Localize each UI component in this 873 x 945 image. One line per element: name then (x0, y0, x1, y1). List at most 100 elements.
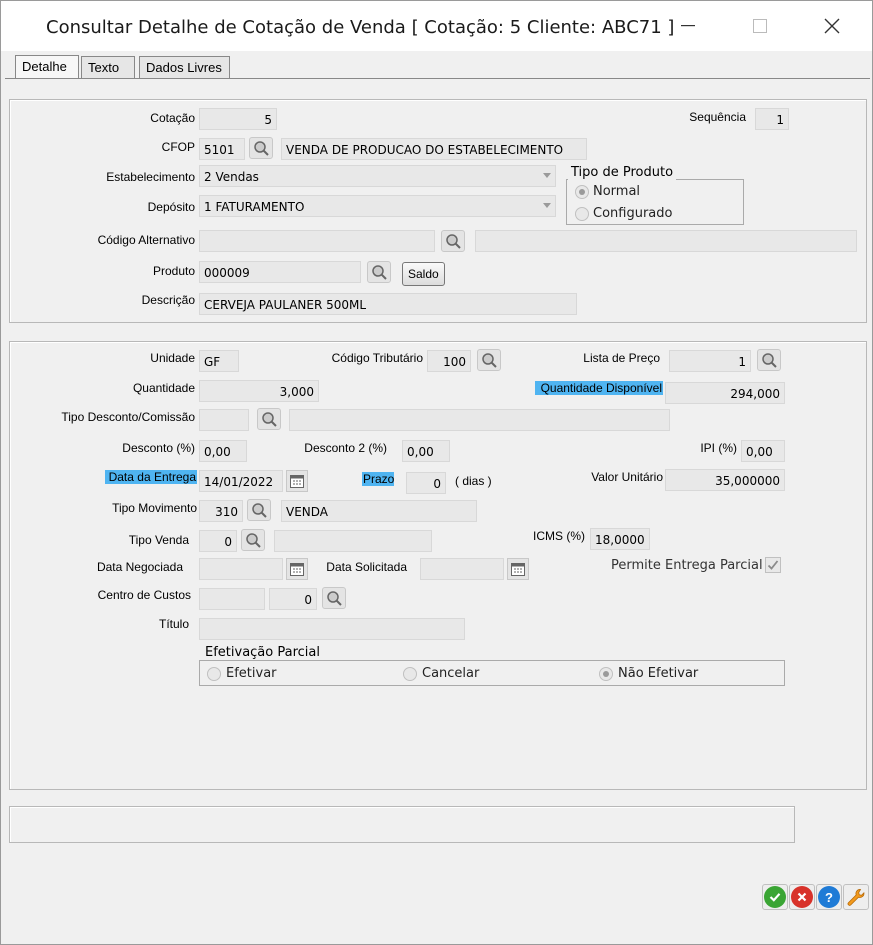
titulo-field (199, 618, 465, 640)
ok-button[interactable] (762, 884, 788, 910)
centro-custos-field-b: 0 (269, 588, 317, 610)
descricao-field: CERVEJA PAULANER 500ML (199, 293, 577, 315)
produto-lookup-button[interactable] (367, 261, 391, 283)
prazo-field: 0 (406, 472, 446, 494)
unidade-label: Unidade (150, 351, 195, 365)
ipi-label: IPI (%) (700, 441, 737, 455)
lista-preco-field: 1 (669, 350, 751, 372)
radio-normal-label: Normal (593, 184, 641, 199)
cfop-lookup-button[interactable] (249, 137, 273, 159)
icms-label: ICMS (%) (533, 529, 585, 543)
desconto-field: 0,00 (199, 440, 247, 462)
close-button[interactable] (809, 9, 855, 43)
cancel-icon (791, 886, 813, 908)
maximize-icon (753, 19, 767, 33)
tipo-desconto-lookup-button[interactable] (257, 408, 281, 430)
cfop-label: CFOP (161, 140, 195, 154)
radio-cancelar-label: Cancelar (422, 666, 480, 681)
sequencia-field: 1 (755, 108, 789, 130)
tipo-desconto-description (289, 409, 670, 431)
codigo-tributario-lookup-button[interactable] (477, 349, 501, 371)
descricao-label: Descrição (141, 293, 195, 307)
desconto-label: Desconto (%) (122, 441, 195, 455)
calendar-icon (290, 475, 304, 488)
search-icon (262, 412, 277, 427)
cotacao-field: 5 (199, 108, 277, 130)
tipo-desconto-field (199, 409, 249, 431)
data-entrega-field: 14/01/2022 (199, 470, 283, 492)
radio-efetivar-label: Efetivar (226, 666, 277, 681)
tab-detalhe[interactable]: Detalhe (15, 55, 79, 79)
tipo-movimento-lookup-button[interactable] (247, 499, 271, 521)
radio-nao-efetivar[interactable] (599, 667, 613, 681)
search-icon (762, 353, 777, 368)
checkmark-icon (767, 560, 779, 570)
cfop-description: VENDA DE PRODUCAO DO ESTABELECIMENTO (281, 138, 587, 160)
quantidade-disponivel-label: Quantidade Disponível (535, 381, 663, 395)
lista-preco-lookup-button[interactable] (757, 349, 781, 371)
tipo-movimento-field: 310 (199, 500, 243, 522)
estabelecimento-label: Estabelecimento (106, 170, 195, 184)
help-button[interactable]: ? (816, 884, 842, 910)
minimize-icon (681, 25, 695, 27)
estabelecimento-select[interactable]: 2 Vendas (199, 165, 556, 187)
radio-normal[interactable] (575, 185, 589, 199)
saldo-button[interactable]: Saldo (402, 262, 445, 286)
quantidade-label: Quantidade (132, 381, 195, 395)
valor-unitario-label: Valor Unitário (591, 470, 663, 484)
ok-icon (764, 886, 786, 908)
radio-cancelar[interactable] (403, 667, 417, 681)
radio-nao-efetivar-label: Não Efetivar (618, 666, 699, 681)
maximize-button[interactable] (737, 9, 783, 43)
search-icon (254, 141, 269, 156)
cfop-field: 5101 (199, 138, 245, 160)
data-entrega-label: Data da Entrega (105, 470, 197, 484)
search-icon (446, 234, 461, 249)
radio-efetivar[interactable] (207, 667, 221, 681)
cancel-button[interactable] (789, 884, 815, 910)
codigo-tributario-field: 100 (427, 350, 471, 372)
data-entrega-calendar-button[interactable] (286, 470, 308, 492)
centro-custos-label: Centro de Custos (97, 588, 191, 602)
deposito-select[interactable]: 1 FATURAMENTO (199, 195, 556, 217)
produto-label: Produto (152, 264, 195, 278)
search-icon (372, 265, 387, 280)
permite-entrega-checkbox[interactable] (765, 557, 781, 573)
tipo-venda-field: 0 (199, 530, 237, 552)
desconto2-field: 0,00 (402, 440, 450, 462)
deposito-value: 1 FATURAMENTO (204, 200, 305, 214)
tools-icon (847, 889, 865, 906)
data-negociada-calendar-button[interactable] (286, 558, 308, 580)
quantidade-field: 3,000 (199, 380, 319, 402)
tab-divider (5, 78, 870, 79)
prazo-label: Prazo (362, 472, 395, 486)
tipo-produto-title: Tipo de Produto (568, 165, 677, 180)
chevron-down-icon (543, 173, 551, 178)
data-solicitada-field (420, 558, 504, 580)
titulo-label: Título (158, 617, 189, 631)
data-solicitada-label: Data Solicitada (326, 560, 407, 574)
efetivacao-title: Efetivação Parcial (202, 645, 323, 660)
codigo-tributario-label: Código Tributário (331, 351, 423, 365)
tools-button[interactable] (843, 884, 869, 910)
tipo-movimento-description: VENDA (281, 500, 477, 522)
icms-field: 18,0000 (590, 528, 650, 550)
tab-dados-livres[interactable]: Dados Livres (139, 56, 230, 78)
estabelecimento-value: 2 Vendas (204, 170, 259, 184)
chevron-down-icon (543, 203, 551, 208)
centro-custos-field-a (199, 588, 265, 610)
tab-texto[interactable]: Texto (81, 56, 135, 78)
produto-field: 000009 (199, 261, 361, 283)
minimize-button[interactable] (665, 9, 711, 43)
tipo-venda-lookup-button[interactable] (241, 529, 265, 551)
data-solicitada-calendar-button[interactable] (507, 558, 529, 580)
data-negociada-field (199, 558, 283, 580)
centro-custos-lookup-button[interactable] (322, 587, 346, 609)
search-icon (482, 353, 497, 368)
radio-configurado[interactable] (575, 207, 589, 221)
radio-configurado-label: Configurado (593, 206, 673, 221)
dialog-window: Consultar Detalhe de Cotação de Venda [ … (0, 0, 873, 945)
codigo-alternativo-lookup-button[interactable] (441, 230, 465, 252)
search-icon (252, 503, 267, 518)
tipo-venda-description (274, 530, 432, 552)
